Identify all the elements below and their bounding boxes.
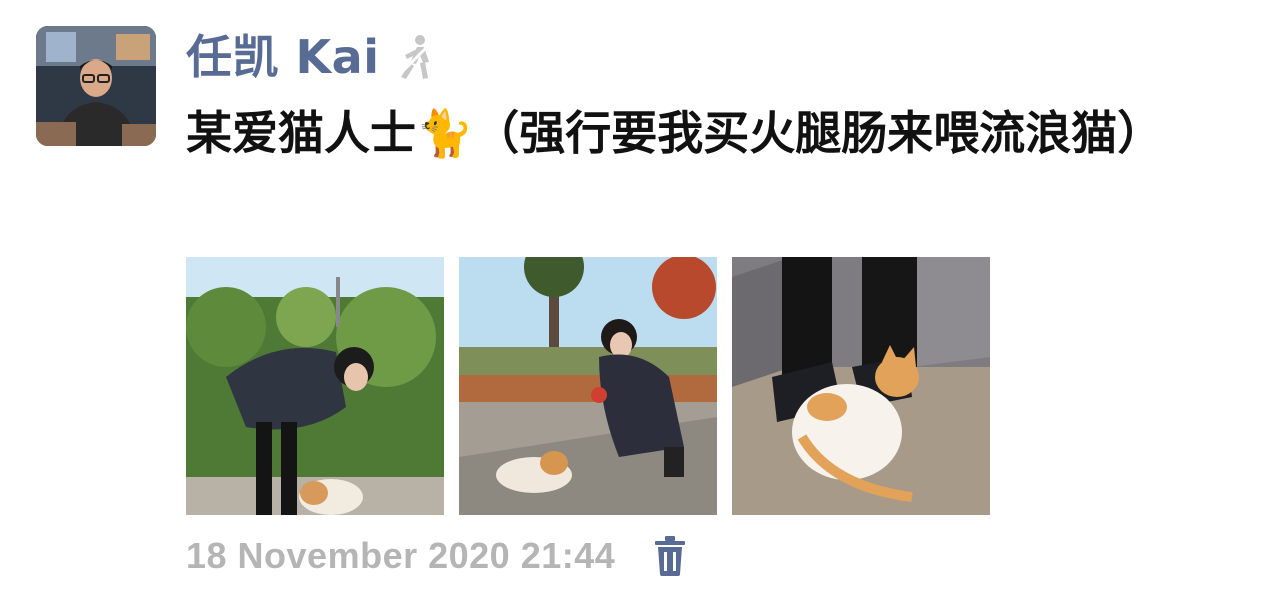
photo-grid (186, 257, 990, 515)
trash-icon[interactable] (653, 536, 687, 576)
author-name[interactable]: 任凯 Kai (186, 22, 379, 92)
walking-person-icon (393, 33, 437, 81)
photo-woman-feeding-cat-path[interactable] (459, 257, 717, 515)
photo-cat-at-feet[interactable] (732, 257, 990, 515)
post-footer: 18 November 2020 21:44 (186, 528, 687, 584)
photo-woman-petting-cat-bushes[interactable] (186, 257, 444, 515)
post-header: 任凯 Kai (186, 22, 437, 92)
post-text: 某爱猫人士🐈（强行要我买火腿肠来喂流浪猫） (186, 106, 1164, 160)
timestamp: 18 November 2020 21:44 (186, 535, 616, 576)
avatar[interactable] (36, 26, 156, 146)
